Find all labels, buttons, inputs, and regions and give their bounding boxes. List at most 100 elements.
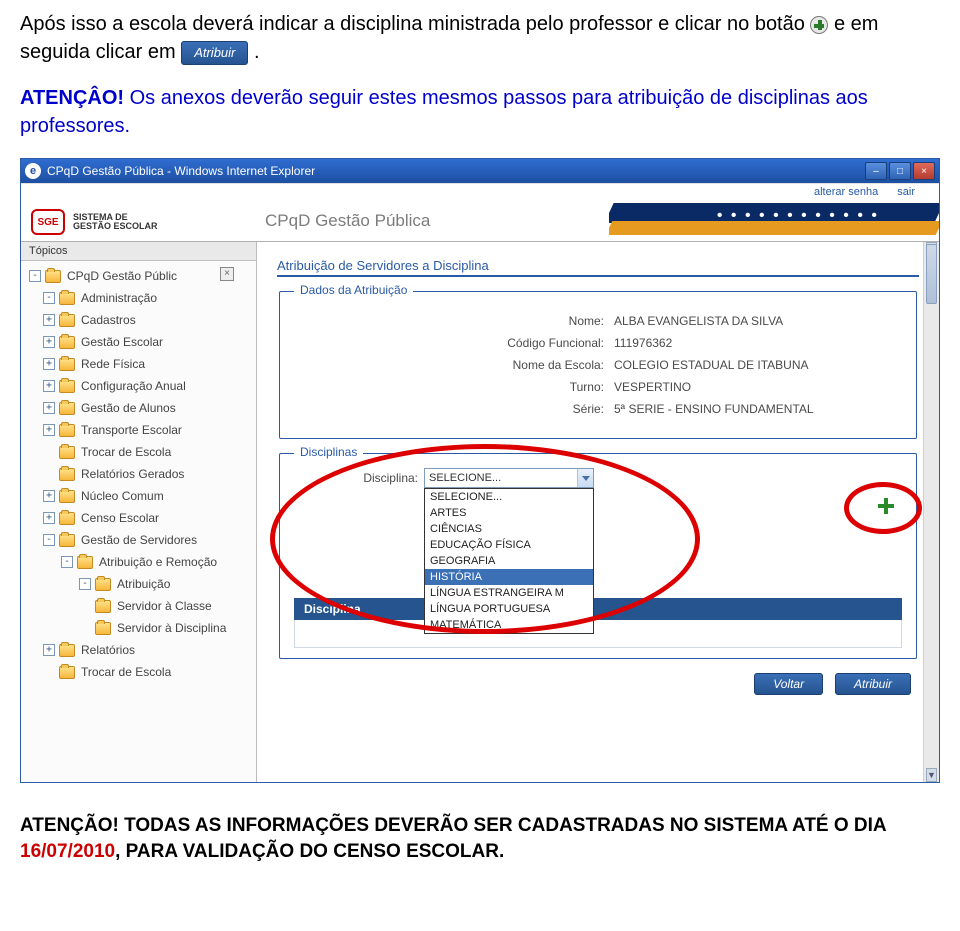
label-serie: Série: [294, 402, 614, 416]
atribuir-button[interactable]: Atribuir [835, 673, 911, 695]
expand-icon[interactable]: + [43, 512, 55, 524]
label-disciplina: Disciplina: [354, 468, 424, 485]
collapse-icon[interactable]: - [29, 270, 41, 282]
sidebar-item[interactable]: -Gestão de Servidores [25, 529, 256, 551]
atencao-label: ATENÇÂO! [20, 87, 124, 109]
vertical-scrollbar[interactable]: ▲ ▼ [923, 242, 939, 782]
panel-rule [277, 275, 919, 277]
sidebar-item[interactable]: +Relatórios [25, 639, 256, 661]
para1-c: . [254, 41, 260, 63]
sidebar-item[interactable]: +Gestão de Alunos [25, 397, 256, 419]
atencao-text: Os anexos deverão seguir estes mesmos pa… [20, 87, 868, 137]
dropdown-option[interactable]: HISTÓRIA [425, 569, 593, 585]
dropdown-option[interactable]: CIÊNCIAS [425, 521, 593, 537]
expand-icon[interactable]: + [43, 424, 55, 436]
value-escola: COLEGIO ESTADUAL DE ITABUNA [614, 358, 902, 372]
value-turno: VESPERTINO [614, 380, 902, 394]
banner-graphic: • • • • • • • • • • • • [609, 203, 939, 241]
sidebar: Tópicos -CPqD Gestão Públic×-Administraç… [21, 242, 257, 782]
dropdown-option[interactable]: GEOGRAFIA [425, 553, 593, 569]
ie-icon: e [25, 163, 41, 179]
expand-icon[interactable]: + [43, 358, 55, 370]
collapse-icon[interactable]: - [43, 534, 55, 546]
folder-icon [45, 270, 61, 283]
chevron-down-icon [577, 469, 593, 487]
fieldset-dados: Dados da Atribuição Nome:ALBA EVANGELIST… [279, 291, 917, 439]
dropdown-option[interactable]: ARTES [425, 505, 593, 521]
sidebar-item[interactable]: +Núcleo Comum [25, 485, 256, 507]
sidebar-item-label: Configuração Anual [81, 379, 186, 393]
alterar-senha-link[interactable]: alterar senha [814, 186, 878, 198]
folder-icon [59, 380, 75, 393]
sidebar-item[interactable]: + Configuração Anual [25, 375, 256, 397]
minimize-button[interactable]: – [865, 162, 887, 180]
sidebar-item[interactable]: -Atribuição [25, 573, 256, 595]
sidebar-item[interactable]: + Transporte Escolar [25, 419, 256, 441]
sair-link[interactable]: sair [897, 186, 915, 198]
close-button[interactable]: × [913, 162, 935, 180]
disciplina-dropdown[interactable]: SELECIONE...ARTESCIÊNCIASEDUCAÇÃO FÍSICA… [424, 488, 594, 634]
folder-icon [59, 402, 75, 415]
table-header: Disciplina [294, 598, 902, 620]
para1-a: Após isso a escola deverá indicar a disc… [20, 13, 810, 35]
collapse-icon[interactable]: - [43, 292, 55, 304]
logo-text: SISTEMA DE GESTÃO ESCOLAR [73, 213, 158, 232]
sidebar-item[interactable]: - Atribuição e Remoção [25, 551, 256, 573]
banner: CPqD Gestão Pública • • • • • • • • • • … [261, 203, 939, 241]
action-bar: Voltar Atribuir [271, 673, 911, 695]
expand-icon[interactable]: + [43, 314, 55, 326]
sidebar-item[interactable]: Relatórios Gerados [25, 463, 256, 485]
collapse-icon[interactable]: - [61, 556, 73, 568]
doc-paragraph-1: Após isso a escola deverá indicar a disc… [0, 0, 960, 74]
expand-icon[interactable]: + [43, 336, 55, 348]
voltar-button[interactable]: Voltar [754, 673, 823, 695]
sidebar-item[interactable]: + Censo Escolar [25, 507, 256, 529]
sidebar-item[interactable]: -Administração [25, 287, 256, 309]
close-icon[interactable]: × [220, 267, 234, 281]
maximize-button[interactable]: □ [889, 162, 911, 180]
sidebar-item-label: Censo Escolar [81, 511, 159, 525]
add-disciplina-button[interactable] [878, 498, 894, 514]
sidebar-item[interactable]: Servidor à Disciplina [25, 617, 256, 639]
sidebar-item[interactable]: +Cadastros [25, 309, 256, 331]
dropdown-option[interactable]: EDUCAÇÃO FÍSICA [425, 537, 593, 553]
plus-icon [878, 498, 894, 514]
expand-icon[interactable]: + [43, 644, 55, 656]
folder-icon [59, 336, 75, 349]
collapse-icon[interactable]: - [79, 578, 91, 590]
folder-icon [59, 292, 75, 305]
folder-icon [95, 578, 111, 591]
scroll-thumb[interactable] [926, 244, 937, 304]
folder-icon [77, 556, 93, 569]
dropdown-option[interactable]: LÍNGUA ESTRANGEIRA M [425, 585, 593, 601]
disciplina-table: Disciplina [294, 598, 902, 648]
sidebar-item[interactable]: Trocar de Escola [25, 661, 256, 683]
footer-date: 16/07/2010 [20, 841, 115, 862]
sidebar-item[interactable]: Servidor à Classe [25, 595, 256, 617]
dropdown-option[interactable]: LÍNGUA PORTUGUESA [425, 601, 593, 617]
doc-footer: ATENÇÃO! TODAS AS INFORMAÇÕES DEVERÃO SE… [0, 793, 960, 874]
sidebar-item[interactable]: Trocar de Escola [25, 441, 256, 463]
dropdown-option[interactable]: SELECIONE... [425, 489, 593, 505]
sidebar-item[interactable]: +Gestão Escolar [25, 331, 256, 353]
sidebar-item-label: Transporte Escolar [81, 423, 182, 437]
sidebar-item-label: Relatórios Gerados [81, 467, 184, 481]
dropdown-option[interactable]: MATEMÁTICA [425, 617, 593, 633]
select-box[interactable]: SELECIONE... [424, 468, 594, 488]
label-codigo: Código Funcional: [294, 336, 614, 350]
content-area: ▲ ▼ Atribuição de Servidores a Disciplin… [257, 242, 939, 782]
expand-icon[interactable]: + [43, 380, 55, 392]
disciplina-select[interactable]: SELECIONE... SELECIONE...ARTESCIÊNCIASED… [424, 468, 594, 488]
table-empty-row [294, 620, 902, 648]
app-header: alterar senha sair SGE SISTEMA DE GESTÃO… [21, 183, 939, 242]
value-serie: 5ª SERIE - ENSINO FUNDAMENTAL [614, 402, 902, 416]
folder-icon [95, 622, 111, 635]
expand-icon[interactable]: + [43, 490, 55, 502]
doc-paragraph-2: ATENÇÂO! Os anexos deverão seguir estes … [0, 74, 960, 148]
sidebar-item[interactable]: +Rede Física [25, 353, 256, 375]
scroll-down-button[interactable]: ▼ [926, 768, 937, 782]
atribuir-inline-button: Atribuir [181, 41, 248, 65]
sidebar-item-label: Atribuição e Remoção [99, 555, 217, 569]
expand-icon[interactable]: + [43, 402, 55, 414]
sidebar-item-label: Servidor à Disciplina [117, 621, 226, 635]
